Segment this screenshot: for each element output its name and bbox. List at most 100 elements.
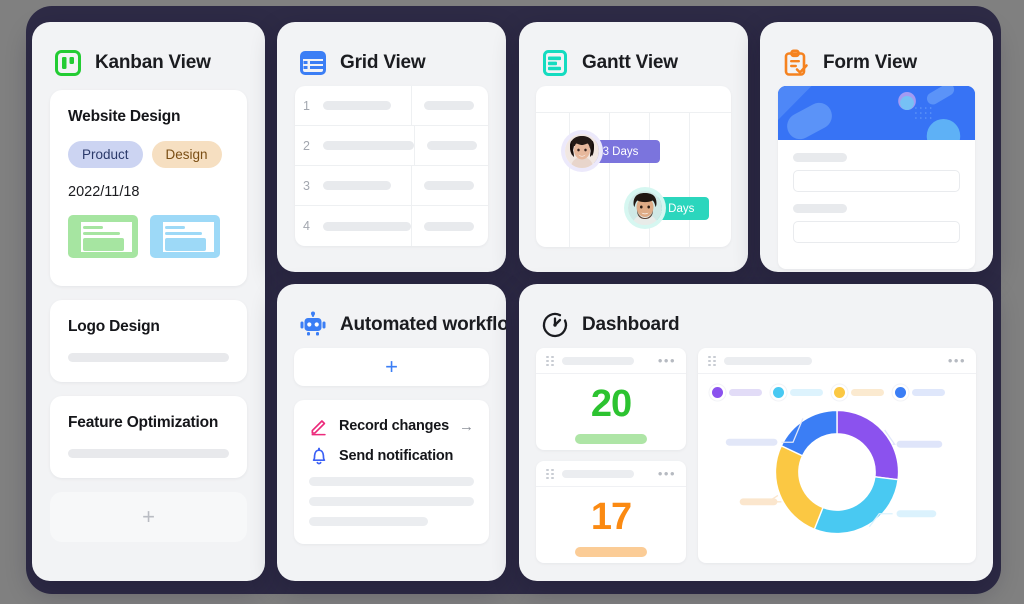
- legend-label-placeholder: [851, 389, 884, 396]
- panel-gantt-view[interactable]: Gantt View 3 Days 2 Days: [519, 22, 748, 272]
- legend-dot-yellow: [834, 387, 845, 398]
- kanban-card-tags: Product Design: [68, 141, 229, 168]
- legend-item[interactable]: [773, 387, 823, 398]
- automation-body: + Record changes → Send notification: [277, 346, 506, 544]
- form-text-input[interactable]: [793, 221, 960, 243]
- dashboard-header: Dashboard: [519, 284, 993, 346]
- donut-segment[interactable]: [836, 409, 900, 481]
- panel-kanban-view[interactable]: Kanban View Website Design Product Desig…: [32, 22, 265, 581]
- row-number: 3: [303, 178, 310, 193]
- kanban-card-thumbnails: [68, 215, 229, 258]
- green-layout-thumbnail[interactable]: [68, 215, 138, 258]
- donut-chart[interactable]: [698, 398, 976, 550]
- form-fields: [778, 140, 975, 269]
- screenshot-stage: Kanban View Website Design Product Desig…: [0, 0, 1024, 604]
- automation-action-send-notification[interactable]: Send notification: [309, 446, 474, 466]
- kanban-header: Kanban View: [32, 22, 265, 84]
- donut-label-placeholder: [896, 440, 943, 448]
- donut-segment[interactable]: [780, 409, 838, 457]
- dashboard-title: Dashboard: [582, 314, 680, 335]
- row-number: 2: [303, 138, 310, 153]
- avatar-man[interactable]: [628, 191, 662, 225]
- gantt-chart-icon: [541, 49, 569, 77]
- gantt-header: Gantt View: [519, 22, 748, 84]
- gantt-body: 3 Days 2 Days: [519, 84, 748, 247]
- kanban-card-feature-optimization[interactable]: Feature Optimization: [50, 396, 247, 478]
- kanban-card-website-design[interactable]: Website Design Product Design 2022/11/18: [50, 90, 247, 286]
- stat-value: 20: [590, 383, 632, 425]
- chart-card-header: •••: [698, 348, 976, 374]
- stat-underline: [575, 547, 647, 557]
- gantt-header-divider: [536, 112, 731, 113]
- legend-label-placeholder: [790, 389, 823, 396]
- donut-chart-card[interactable]: •••: [698, 348, 976, 563]
- panel-grid-view[interactable]: Grid View 1 2 3 4: [277, 22, 506, 272]
- legend-label-placeholder: [912, 389, 945, 396]
- tag-product[interactable]: Product: [68, 141, 143, 168]
- pencil-icon: [309, 416, 329, 436]
- chart-card-menu-button[interactable]: •••: [948, 354, 966, 367]
- arrow-right-icon[interactable]: →: [459, 418, 474, 435]
- legend-item[interactable]: [895, 387, 945, 398]
- table-row[interactable]: 2: [295, 126, 488, 166]
- legend-dot-cyan: [773, 387, 784, 398]
- donut-chart-area: [698, 398, 976, 550]
- automation-action-record-changes[interactable]: Record changes →: [309, 416, 474, 436]
- stat-value: 17: [590, 496, 632, 538]
- grid-header: Grid View: [277, 22, 506, 84]
- drag-handle-icon[interactable]: [546, 468, 554, 479]
- action-label: Record changes: [339, 418, 450, 434]
- panel-automated-workflow[interactable]: Automated workflow + Record changes → Se…: [277, 284, 506, 581]
- bell-icon: [309, 446, 329, 466]
- avatar-woman[interactable]: [565, 134, 599, 168]
- tag-design[interactable]: Design: [151, 141, 222, 168]
- stopwatch-icon: [541, 311, 569, 339]
- kanban-add-card-button[interactable]: +: [50, 492, 247, 542]
- donut-label-placeholder: [896, 510, 937, 518]
- donut-label-placeholder: [739, 498, 778, 506]
- dashboard-stat-column: ••• 20 ••• 17: [536, 348, 686, 563]
- donut-segment[interactable]: [813, 476, 899, 535]
- grid-table-icon: [299, 49, 327, 77]
- stat-underline: [575, 434, 647, 444]
- blue-layout-thumbnail[interactable]: [150, 215, 220, 258]
- drag-handle-icon[interactable]: [546, 355, 554, 366]
- placeholder-line: [309, 477, 474, 486]
- gantt-chart[interactable]: 3 Days 2 Days: [536, 86, 731, 247]
- add-automation-button[interactable]: +: [294, 348, 489, 386]
- donut-segment[interactable]: [774, 444, 824, 531]
- table-row[interactable]: 1: [295, 86, 488, 126]
- legend-dot-blue: [895, 387, 906, 398]
- form-card[interactable]: [778, 86, 975, 269]
- kanban-card-logo-design[interactable]: Logo Design: [50, 300, 247, 382]
- placeholder-line: [309, 517, 428, 526]
- stat-card-title-placeholder: [562, 356, 634, 365]
- legend-item[interactable]: [712, 387, 762, 398]
- table-row[interactable]: 4: [295, 206, 488, 246]
- placeholder-bar: [68, 353, 229, 362]
- table-row[interactable]: 3: [295, 166, 488, 206]
- form-field-label: [793, 153, 847, 162]
- drag-handle-icon[interactable]: [708, 355, 716, 366]
- automation-actions-card: Record changes → Send notification: [294, 400, 489, 544]
- legend-dot-purple: [712, 387, 723, 398]
- form-text-input[interactable]: [793, 170, 960, 192]
- clipboard-check-icon: [782, 49, 810, 77]
- panel-form-view[interactable]: Form View: [760, 22, 993, 272]
- form-header: Form View: [760, 22, 993, 84]
- kanban-card-title: Feature Optimization: [68, 414, 219, 431]
- panel-dashboard[interactable]: Dashboard ••• 20 ••• 17 •••: [519, 284, 993, 581]
- stat-card-header: •••: [536, 348, 686, 374]
- stat-card-menu-button[interactable]: •••: [658, 467, 676, 480]
- kanban-card-list: Website Design Product Design 2022/11/18…: [32, 84, 265, 542]
- grid-title: Grid View: [340, 52, 426, 73]
- stat-card-17[interactable]: ••• 17: [536, 461, 686, 563]
- stat-card-20[interactable]: ••• 20: [536, 348, 686, 450]
- gantt-bar-label: 2 Days: [658, 202, 695, 215]
- stat-card-menu-button[interactable]: •••: [658, 354, 676, 367]
- legend-item[interactable]: [834, 387, 884, 398]
- kanban-board-icon: [54, 49, 82, 77]
- form-body: [760, 84, 993, 269]
- row-number: 1: [303, 98, 310, 113]
- grid-table[interactable]: 1 2 3 4: [295, 86, 488, 246]
